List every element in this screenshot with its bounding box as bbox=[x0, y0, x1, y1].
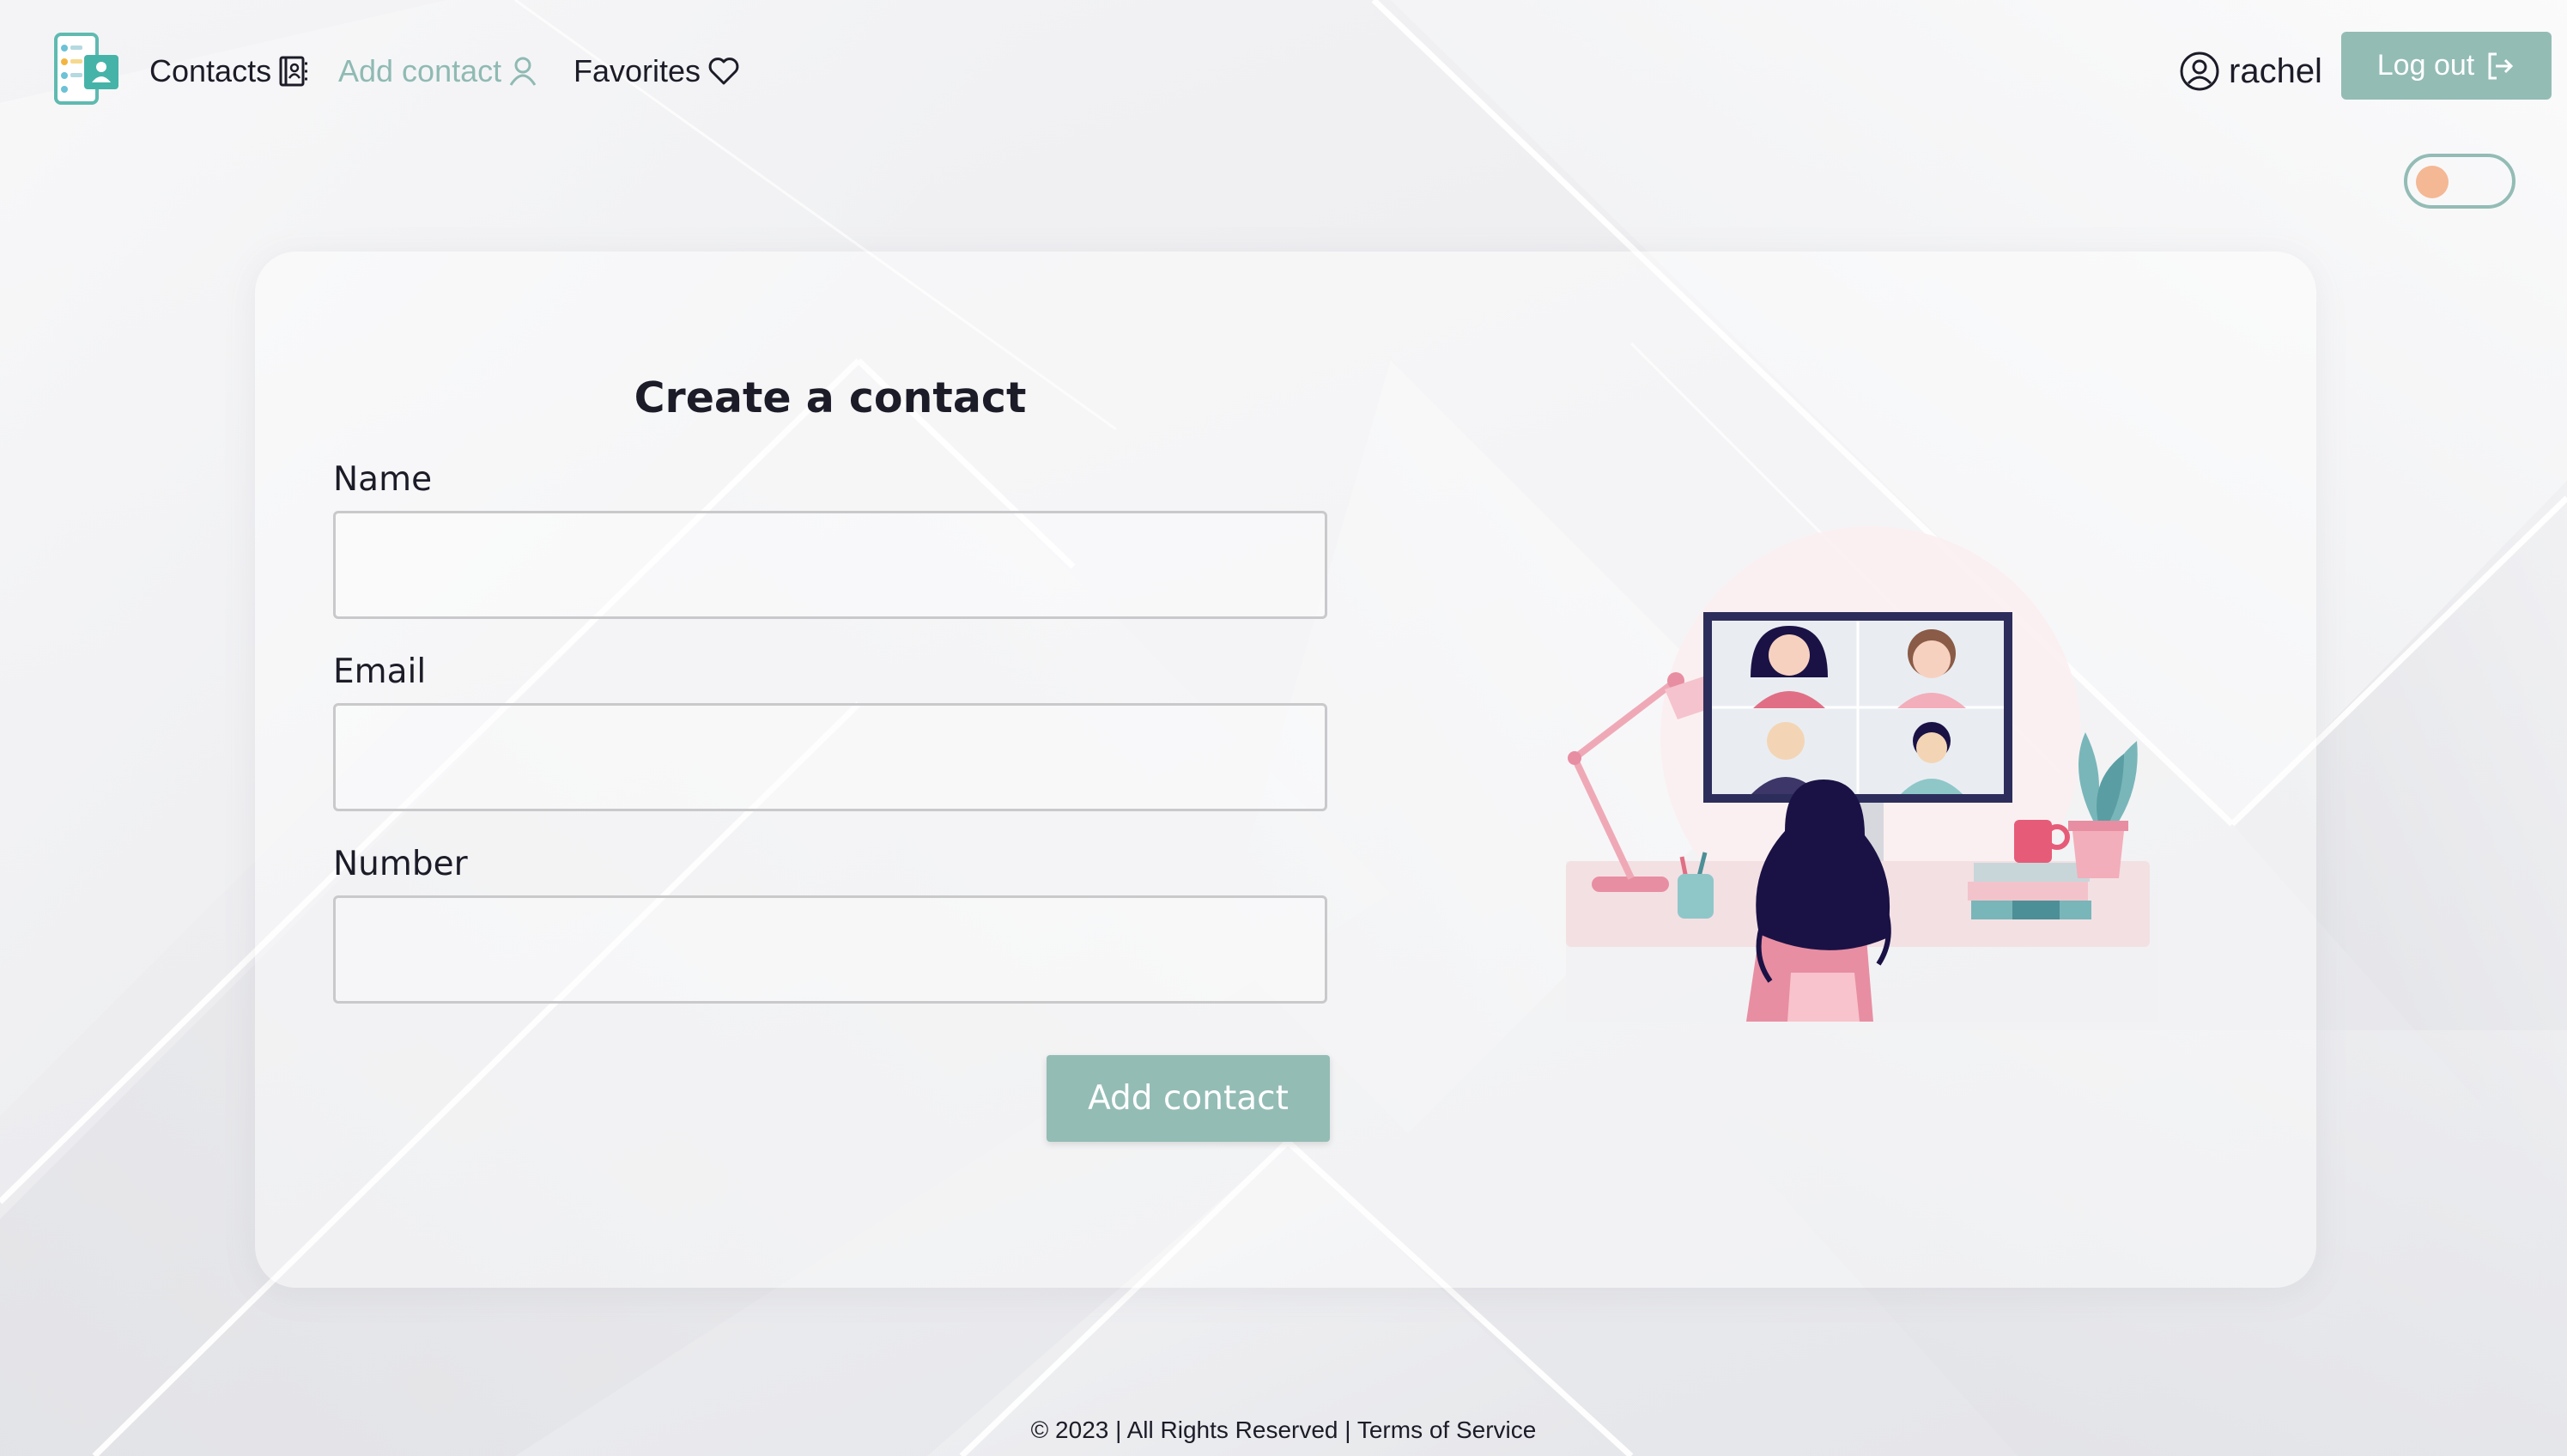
name-label: Name bbox=[333, 460, 433, 499]
nav-add-contact-label: Add contact bbox=[338, 53, 502, 88]
logout-label: Log out bbox=[2376, 49, 2475, 82]
address-book-icon bbox=[279, 56, 308, 87]
footer: © 2023 | All Rights Reserved | Terms of … bbox=[0, 1417, 2567, 1444]
user-icon bbox=[509, 57, 537, 86]
nav-contacts-label: Contacts bbox=[149, 53, 272, 88]
copyright-text: © 2023 | All Rights Reserved | bbox=[1030, 1417, 1351, 1443]
email-input[interactable] bbox=[333, 703, 1327, 811]
nav-contacts[interactable]: Contacts bbox=[149, 48, 309, 94]
nav-favorites[interactable]: Favorites bbox=[573, 48, 740, 94]
contacts-app-logo[interactable] bbox=[53, 33, 122, 106]
nav-add-contact[interactable]: Add contact bbox=[338, 48, 537, 94]
username: rachel bbox=[2229, 52, 2322, 90]
number-input[interactable] bbox=[333, 895, 1327, 1004]
name-input[interactable] bbox=[333, 511, 1327, 619]
create-contact-card: Create a contact Name Email Number Add c… bbox=[255, 252, 2316, 1288]
theme-toggle[interactable] bbox=[2404, 154, 2515, 209]
user-circle-icon bbox=[2180, 52, 2219, 91]
logout-button[interactable]: Log out bbox=[2341, 32, 2552, 100]
video-call-illustration bbox=[1566, 526, 2158, 1022]
heart-icon bbox=[708, 58, 739, 85]
books bbox=[1968, 863, 2091, 919]
logout-icon bbox=[2488, 52, 2514, 79]
page-title: Create a contact bbox=[634, 373, 1027, 422]
theme-toggle-knob bbox=[2416, 166, 2449, 198]
number-label: Number bbox=[333, 845, 468, 883]
add-contact-button[interactable]: Add contact bbox=[1047, 1055, 1330, 1142]
user-info: rachel bbox=[2179, 46, 2322, 96]
mug bbox=[2014, 820, 2070, 863]
nav-favorites-label: Favorites bbox=[573, 53, 701, 88]
email-label: Email bbox=[333, 652, 427, 691]
top-navbar: Contacts Add contact Favorites rachel Lo… bbox=[0, 0, 2567, 209]
terms-of-service-link[interactable]: Terms of Service bbox=[1357, 1417, 1537, 1443]
